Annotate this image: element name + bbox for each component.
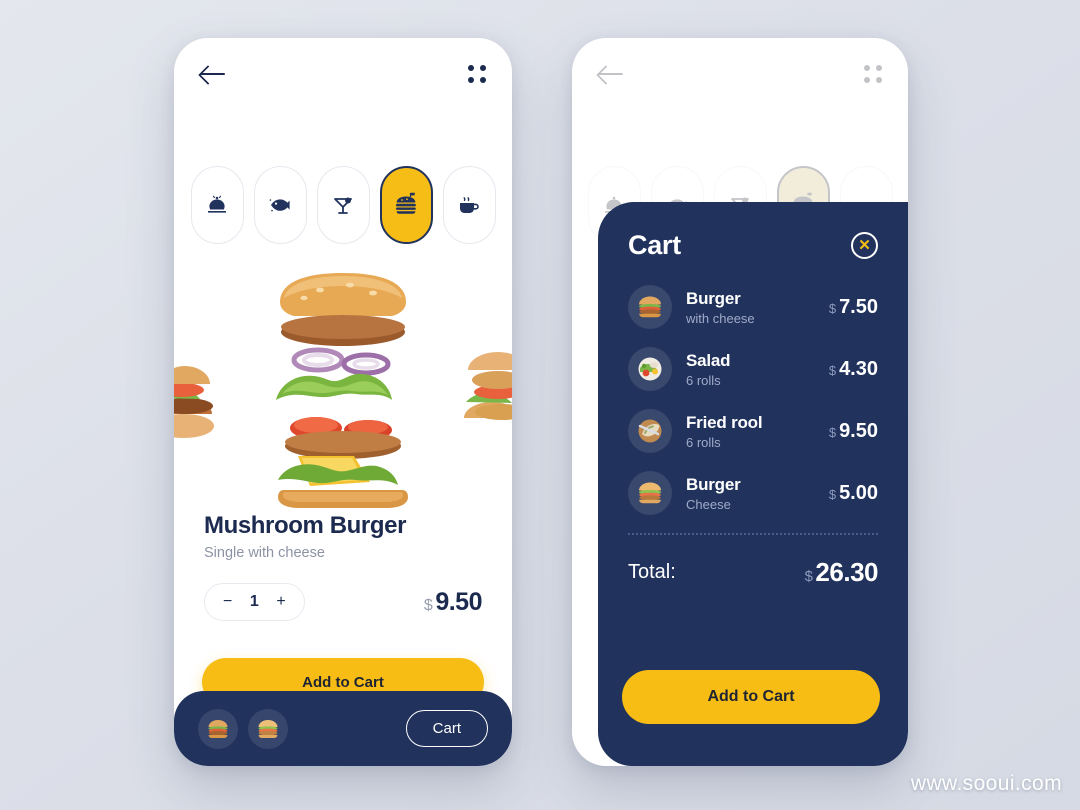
cart-item-list: Burger with cheese $7.50 Salad 6 rolls $… xyxy=(628,285,878,515)
cart-item-price: $7.50 xyxy=(829,296,878,319)
cart-item-text: Burger with cheese xyxy=(686,289,829,326)
category-pill-seafood[interactable] xyxy=(253,166,307,244)
cart-item-currency: $ xyxy=(828,486,837,502)
coffee-cup-icon xyxy=(460,197,479,213)
product-title: Mushroom Burger xyxy=(204,512,407,539)
cart-divider xyxy=(628,533,878,535)
product-price-row: − 1 + $9.50 xyxy=(204,583,482,621)
quantity-stepper[interactable]: − 1 + xyxy=(204,583,305,621)
cart-title: Cart xyxy=(628,230,681,260)
grid-dots-icon[interactable] xyxy=(864,65,882,83)
back-arrow-icon[interactable] xyxy=(200,64,226,84)
phone-screen-product: Mushroom Burger Single with cheese − 1 +… xyxy=(174,38,512,766)
cart-item-name: Burger xyxy=(686,474,741,494)
quantity-increment-button[interactable]: + xyxy=(276,593,285,611)
cart-total-row: Total: $26.30 xyxy=(628,557,878,588)
cart-item-desc: 6 rolls xyxy=(686,372,721,388)
grid-dots-icon[interactable] xyxy=(468,65,486,83)
cart-button[interactable]: Cart xyxy=(405,710,488,747)
food-cloche-icon xyxy=(208,195,226,213)
cart-item-price: $4.30 xyxy=(829,358,878,381)
cart-item-currency: $ xyxy=(828,362,837,378)
burger-thumb-icon xyxy=(628,471,672,515)
roll-thumb-icon xyxy=(628,409,672,453)
hero-side-preview-right[interactable] xyxy=(460,322,512,440)
quantity-decrement-button[interactable]: − xyxy=(223,593,232,611)
burger-thumb-icon xyxy=(258,719,278,738)
cart-item-currency: $ xyxy=(828,424,837,440)
burger-icon xyxy=(396,192,416,214)
bottom-nav-bar: Cart xyxy=(174,691,512,766)
cart-total-amount: 26.30 xyxy=(815,557,878,587)
cart-item-desc: Cheese xyxy=(686,496,731,512)
quantity-value: 1 xyxy=(249,593,259,610)
right-topbar xyxy=(572,38,908,110)
cart-panel: Cart ✕ Burger with cheese $ 7.50 Salad 6… xyxy=(598,202,908,766)
fish-icon xyxy=(269,199,290,212)
left-topbar xyxy=(174,38,512,110)
cart-item-desc: with cheese xyxy=(686,310,755,326)
cart-item-text: Fried rool 6 rolls xyxy=(686,413,829,450)
cart-item-price-value: 7.50 xyxy=(839,295,878,318)
product-hero-image xyxy=(174,260,512,510)
product-subtitle: Single with cheese xyxy=(204,545,325,561)
bottom-nav-thumb-burger-1[interactable] xyxy=(198,708,238,749)
cart-item-desc: 6 rolls xyxy=(686,434,721,450)
cart-item[interactable]: Burger with cheese $7.50 xyxy=(628,285,878,329)
exploded-burger-image xyxy=(258,260,428,508)
hero-side-preview-left[interactable] xyxy=(174,322,226,440)
bottom-nav-thumb-burger-2[interactable] xyxy=(248,708,288,749)
cart-add-to-cart-button[interactable]: Add to Cart xyxy=(622,670,880,724)
product-price-currency: $ xyxy=(423,596,433,614)
burger-thumb-icon xyxy=(628,285,672,329)
bottom-nav-thumbnails xyxy=(198,708,288,749)
cart-item-currency: $ xyxy=(828,300,837,316)
category-pill-coffee[interactable] xyxy=(442,166,496,244)
salad-thumb-icon xyxy=(628,347,672,391)
cocktail-glass-icon xyxy=(334,197,352,214)
phone-screen-cart: Cart ✕ Burger with cheese $ 7.50 Salad 6… xyxy=(572,38,908,766)
close-circle-icon[interactable]: ✕ xyxy=(851,232,878,259)
cart-item-text: Burger Cheese xyxy=(686,475,829,512)
cart-item-price: $9.50 xyxy=(829,420,878,443)
cart-item-price-value: 4.30 xyxy=(839,357,878,380)
cart-item-price: $5.00 xyxy=(829,482,878,505)
watermark: www.sooui.com xyxy=(910,772,1062,795)
cart-header: Cart ✕ xyxy=(628,230,878,261)
cart-item-text: Salad 6 rolls xyxy=(686,351,829,388)
category-pill-drinks[interactable] xyxy=(316,166,370,244)
category-pill-burgers[interactable] xyxy=(379,166,433,244)
cart-item[interactable]: Fried rool 6 rolls $9.50 xyxy=(628,409,878,453)
cart-item-name: Salad xyxy=(686,350,731,370)
cart-item-name: Burger xyxy=(686,288,741,308)
burger-thumb-icon xyxy=(208,719,228,738)
category-pill-dishes[interactable] xyxy=(190,166,244,244)
cart-item[interactable]: Burger Cheese $5.00 xyxy=(628,471,878,515)
category-pill-list xyxy=(174,166,512,244)
product-info: Mushroom Burger Single with cheese − 1 +… xyxy=(204,512,482,621)
cart-total-value: $26.30 xyxy=(804,557,879,588)
cart-item[interactable]: Salad 6 rolls $4.30 xyxy=(628,347,878,391)
cart-total-label: Total: xyxy=(628,561,676,583)
product-price-value: 9.50 xyxy=(435,587,482,616)
cart-item-name: Fried rool xyxy=(686,412,763,432)
product-price: $9.50 xyxy=(423,587,483,617)
back-arrow-icon[interactable] xyxy=(598,64,624,84)
cart-item-price-value: 5.00 xyxy=(839,481,878,504)
cart-item-price-value: 9.50 xyxy=(839,419,878,442)
cart-total-currency: $ xyxy=(804,568,813,585)
